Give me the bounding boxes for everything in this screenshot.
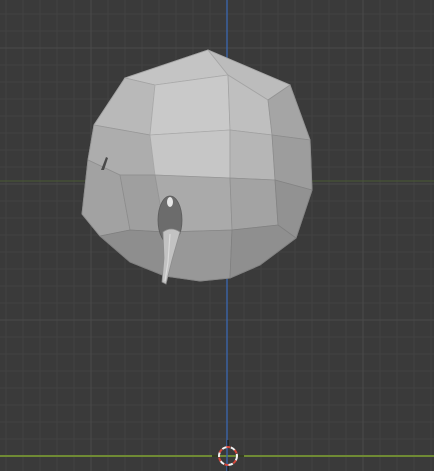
beak-highlight (167, 197, 173, 207)
mesh-face (149, 129, 231, 179)
mesh-face (149, 74, 231, 136)
mesh-face (229, 177, 279, 231)
viewport-canvas[interactable] (0, 0, 434, 471)
3d-viewport[interactable] (0, 0, 434, 471)
mesh-face (229, 129, 276, 181)
